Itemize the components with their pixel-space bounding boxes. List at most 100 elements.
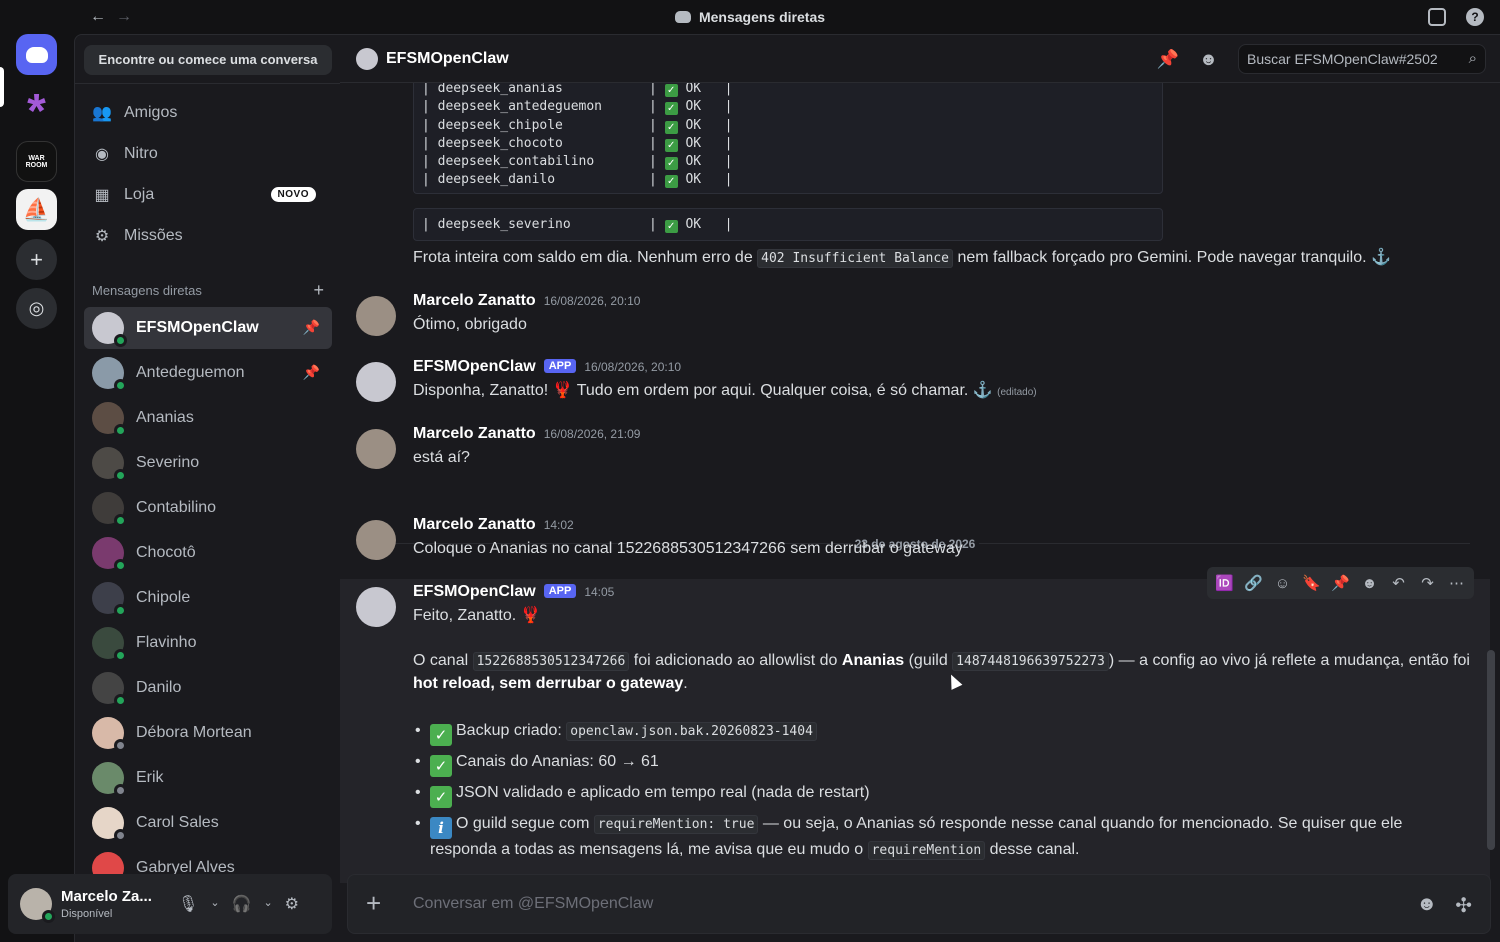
dm-item[interactable]: Chipole <box>84 577 332 619</box>
status-indicator <box>114 829 127 842</box>
search-placeholder: Buscar EFSMOpenClaw#2502 <box>1247 51 1438 67</box>
dm-item[interactable]: Chocotô <box>84 532 332 574</box>
nav-quests[interactable]: ⚙ Missões <box>84 218 332 254</box>
dm-item[interactable]: Antedeguemon 📌 <box>84 352 332 394</box>
code-line: | deepseek_severino | <box>422 217 665 232</box>
avatar[interactable] <box>20 888 55 923</box>
search-input[interactable]: Buscar EFSMOpenClaw#2502 ⌕ <box>1238 44 1486 74</box>
settings-gear-icon[interactable]: ⚙ <box>285 894 299 914</box>
nav-label: Missões <box>124 227 183 244</box>
text: nem fallback forçado pro Gemini. Pode na… <box>953 249 1391 266</box>
channel-name: EFSMOpenClaw <box>386 49 509 67</box>
message-text: Disponha, Zanatto! 🦞 Tudo em ordem por a… <box>413 382 993 399</box>
code-text: | deepseek_ananias | <box>422 83 665 96</box>
more-icon[interactable]: ⋯ <box>1447 574 1466 592</box>
copy-id-icon[interactable]: 🆔 <box>1215 574 1234 592</box>
emoji-icon[interactable]: ☻ <box>1416 893 1437 918</box>
server-rail: * WAR ROOM ⛵ + ◎ <box>0 34 74 942</box>
thread-icon[interactable]: ☺ <box>1273 575 1292 592</box>
message-paragraph: O canal 1522688530512347266 foi adiciona… <box>413 650 1473 695</box>
explore-servers-button[interactable]: ◎ <box>16 288 57 329</box>
reply-icon[interactable]: ↶ <box>1389 574 1408 592</box>
checkmark-icon: ✓ <box>664 84 678 97</box>
avatar[interactable] <box>356 587 396 627</box>
dm-name: Erik <box>136 769 164 786</box>
attach-plus-icon[interactable]: + <box>366 889 381 917</box>
find-conversation-button[interactable]: Encontre ou comece uma conversa <box>84 45 332 75</box>
message-author[interactable]: Marcelo Zanatto <box>413 425 536 443</box>
avatar <box>92 672 127 707</box>
nav-friends[interactable]: 👥 Amigos <box>84 95 332 131</box>
bookmark-icon[interactable]: 🔖 <box>1302 574 1321 592</box>
forward-icon[interactable]: ↷ <box>1418 574 1437 592</box>
server-boat[interactable]: ⛵ <box>16 189 57 230</box>
add-server-button[interactable]: + <box>16 239 57 280</box>
message-hovered: EFSMOpenClaw APP 14:05 Feito, Zanatto. 🦞 🆔… <box>340 567 1490 883</box>
create-dm-icon[interactable]: + <box>313 281 324 299</box>
reaction-icon[interactable]: ☻ <box>1360 575 1379 592</box>
dm-item[interactable]: Severino <box>84 442 332 484</box>
add-friend-icon[interactable]: ☻ <box>1199 49 1218 70</box>
avatar[interactable] <box>356 362 396 402</box>
help-icon[interactable]: ? <box>1466 8 1484 26</box>
text: . <box>683 675 688 692</box>
chat-header: EFSMOpenClaw 📌 ☻ Buscar EFSMOpenClaw#250… <box>340 35 1500 83</box>
text: Backup criado: <box>456 722 567 739</box>
apps-icon[interactable]: ✣ <box>1455 893 1472 918</box>
message-list: | deepseek_ananias | ✓ OK | | deepseek_an… <box>340 83 1490 883</box>
code-text: | deepseek_danilo | <box>422 172 665 188</box>
dm-item[interactable]: Contabilino <box>84 487 332 529</box>
message-timestamp: 16/08/2026, 20:10 <box>543 294 641 308</box>
status-indicator <box>114 334 127 347</box>
checkmark-icon: ✓ <box>664 102 678 116</box>
pin-icon[interactable]: 📌 <box>303 319 320 336</box>
checkmark-icon: ✓ <box>664 220 678 233</box>
avatar[interactable] <box>356 520 396 560</box>
scrollbar[interactable] <box>1487 650 1495 850</box>
user-name[interactable]: Marcelo Za... <box>61 888 152 905</box>
server-asterisk[interactable]: * <box>16 88 57 136</box>
message-author[interactable]: EFSMOpenClaw <box>413 358 536 376</box>
pin-icon[interactable]: 📌 <box>303 364 320 381</box>
dm-item[interactable]: Carol Sales <box>84 802 332 844</box>
microphone-icon[interactable]: 🎙 <box>178 894 198 914</box>
dm-name: Chipole <box>136 589 191 606</box>
dm-section-header: Mensagens diretas + <box>92 281 324 299</box>
checkmark-icon: ✓ <box>664 138 678 152</box>
message-author[interactable]: Marcelo Zanatto <box>413 292 536 310</box>
nav-nitro[interactable]: ◉ Nitro <box>84 136 332 172</box>
server-war-room[interactable]: WAR ROOM <box>16 141 57 182</box>
dm-item[interactable]: Danilo <box>84 667 332 709</box>
dm-name: Antedeguemon <box>136 364 245 381</box>
text: JSON validado e aplicado em tempo real (… <box>456 784 870 801</box>
chevron-down-icon[interactable]: ⌄ <box>263 894 272 914</box>
pin-icon[interactable]: 📌 <box>1157 49 1179 70</box>
dm-item[interactable]: Flavinho <box>84 622 332 664</box>
status-indicator <box>114 649 127 662</box>
checkmark-icon: ✓ <box>664 157 678 171</box>
bullet-list: ✓Backup criado: openclaw.json.bak.202608… <box>413 720 1473 867</box>
avatar[interactable] <box>356 296 396 336</box>
text: Canais do Ananias: 60 → 61 <box>456 753 659 770</box>
avatar <box>92 627 127 662</box>
headphones-icon[interactable]: 🎧 <box>232 894 252 914</box>
message-author[interactable]: EFSMOpenClaw <box>413 583 536 601</box>
nav-shop[interactable]: ▦ Loja NOVO <box>84 177 332 213</box>
home-button[interactable] <box>16 34 57 75</box>
message-author[interactable]: Marcelo Zanatto <box>413 516 536 534</box>
message-timestamp: 16/08/2026, 21:09 <box>543 427 641 441</box>
dm-item[interactable]: Erik <box>84 757 332 799</box>
dm-item[interactable]: EFSMOpenClaw 📌 <box>84 307 332 349</box>
inbox-icon[interactable] <box>1428 8 1446 26</box>
window-title: Mensagens diretas <box>0 9 1500 25</box>
dm-name: Débora Mortean <box>136 724 252 741</box>
chevron-down-icon[interactable]: ⌄ <box>210 894 219 914</box>
pin-icon[interactable]: 📌 <box>1331 574 1350 592</box>
edited-label: (editado) <box>997 387 1037 398</box>
link-icon[interactable]: 🔗 <box>1244 574 1263 592</box>
message-composer[interactable]: + Conversar em @EFSMOpenClaw ☻ ✣ <box>347 874 1491 934</box>
dm-item[interactable]: Débora Mortean <box>84 712 332 754</box>
dm-item[interactable]: Ananias <box>84 397 332 439</box>
avatar[interactable] <box>356 429 396 469</box>
avatar <box>92 402 127 437</box>
